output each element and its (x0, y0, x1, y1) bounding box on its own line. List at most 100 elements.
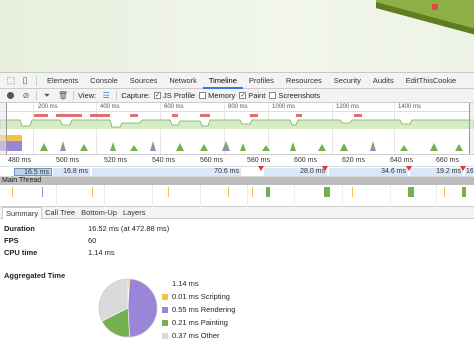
clear-button[interactable]: ⊘ (20, 90, 32, 102)
checkbox-label: Screenshots (278, 91, 321, 100)
grid-line (200, 185, 201, 207)
overview-selection-window[interactable] (6, 103, 470, 154)
time-ruler: 480 ms 500 ms 520 ms 540 ms 560 ms 580 m… (0, 155, 474, 167)
warning-flag-icon[interactable] (406, 166, 412, 171)
tab-editthiscookie[interactable]: EditThisCookie (400, 73, 462, 89)
tab-resources[interactable]: Resources (280, 73, 328, 89)
legend-item-painting: 0.21 ms Painting (162, 316, 235, 329)
ruler-tick: 640 ms (390, 157, 413, 164)
memory-checkbox[interactable]: Memory (199, 91, 235, 100)
tab-summary[interactable]: Summary (2, 206, 43, 219)
flame-event[interactable] (92, 187, 93, 197)
flame-event[interactable] (42, 187, 43, 197)
tab-layers[interactable]: Layers (120, 207, 149, 219)
checkbox-label: Memory (208, 91, 236, 100)
tab-console[interactable]: Console (84, 73, 124, 89)
clear-icon: ⊘ (22, 91, 30, 100)
trash-icon: 🗑 (57, 91, 69, 100)
ruler-tick: 500 ms (56, 157, 79, 164)
pie-slice-rendering (127, 278, 158, 338)
duration-row: Duration 16.52 ms (at 472.88 ms) (4, 222, 470, 234)
frame-bar[interactable]: 34.6 ms (329, 168, 409, 176)
duration-label: Duration (4, 223, 35, 233)
paint-checkbox[interactable]: ✓ Paint (239, 91, 265, 100)
checkbox-unchecked-icon (199, 92, 207, 99)
garbage-collect-button[interactable]: 🗑 (57, 90, 69, 102)
grid-line (342, 185, 343, 207)
ruler-tick: 660 ms (436, 157, 459, 164)
frame-bar-selected[interactable]: 16.5 ms (14, 168, 52, 176)
tab-security[interactable]: Security (328, 73, 367, 89)
grid-line (390, 185, 391, 207)
tab-profiles[interactable]: Profiles (243, 73, 280, 89)
legend-total: 1.14 ms (162, 277, 235, 290)
ruler-tick: 620 ms (342, 157, 365, 164)
flame-event[interactable] (408, 187, 414, 197)
grid-line (104, 185, 105, 207)
legend-swatch (162, 306, 168, 313)
divider (73, 91, 74, 100)
checkbox-checked-icon: ✓ (239, 92, 247, 99)
flame-event[interactable] (352, 187, 353, 197)
main-thread-flamechart[interactable] (0, 185, 474, 207)
flame-event[interactable] (462, 187, 466, 197)
tab-call-tree[interactable]: Call Tree (42, 207, 78, 219)
frame-bar[interactable]: 28.0 ms (264, 168, 328, 176)
legend-swatch (162, 293, 168, 300)
tab-bottom-up[interactable]: Bottom-Up (78, 207, 120, 219)
fps-row: FPS 60 (4, 234, 470, 246)
warning-flag-icon[interactable] (258, 166, 264, 171)
devtools-tabbar: ⬚ ▯ Elements Console Sources Network Tim… (0, 73, 474, 89)
tab-elements[interactable]: Elements (41, 73, 84, 89)
divider (36, 91, 37, 100)
frame-bar[interactable]: 16.7 (465, 168, 474, 176)
warning-flag-icon[interactable] (322, 166, 328, 171)
device-mode-icon[interactable]: ▯ (18, 74, 32, 88)
checkbox-checked-icon: ✓ (154, 92, 161, 99)
frame-bar[interactable]: 70.6 ms (92, 168, 242, 176)
flame-event[interactable] (324, 187, 330, 197)
flame-event[interactable] (444, 187, 445, 197)
frame-bar[interactable]: 16.8 ms (53, 168, 91, 176)
grid-line (436, 185, 437, 207)
ruler-tick: 600 ms (294, 157, 317, 164)
flame-event[interactable] (168, 187, 169, 197)
bars-icon: ☰ (102, 91, 110, 100)
legend-item-rendering: 0.55 ms Rendering (162, 303, 235, 316)
record-button[interactable] (4, 90, 16, 102)
devtools-panel: ⬚ ▯ Elements Console Sources Network Tim… (0, 72, 474, 350)
fps-label: FPS (4, 235, 19, 245)
legend-swatch (162, 319, 168, 326)
flame-event[interactable] (252, 187, 253, 197)
ruler-tick: 480 ms (8, 157, 31, 164)
grid-line (247, 185, 248, 207)
cpu-time-row: CPU time 1.14 ms (4, 246, 470, 258)
flame-event[interactable] (12, 187, 13, 197)
js-profile-checkbox[interactable]: ✓ JS Profile (154, 91, 195, 100)
tab-timeline[interactable]: Timeline (202, 73, 243, 89)
divider (36, 75, 37, 86)
page-background (0, 0, 474, 72)
tab-sources[interactable]: Sources (124, 73, 164, 89)
filter-icon: ⏷ (43, 90, 51, 100)
aggregated-time-pie (98, 278, 158, 338)
tab-audits[interactable]: Audits (367, 73, 400, 89)
fps-value: 60 (88, 235, 97, 245)
legend-total-value: 1.14 ms (172, 279, 199, 288)
warning-flag-icon[interactable] (460, 166, 466, 171)
flame-event[interactable] (266, 187, 270, 197)
ruler-tick: 560 ms (200, 157, 223, 164)
main-thread-header[interactable]: Main Thread (0, 177, 474, 185)
screenshots-checkbox[interactable]: Screenshots (269, 91, 320, 100)
tab-network[interactable]: Network (163, 73, 203, 89)
inspect-icon[interactable]: ⬚ (4, 74, 18, 88)
grid-line (294, 185, 295, 207)
flame-event[interactable] (228, 187, 229, 197)
view-flamechart-button[interactable]: ☰ (100, 90, 112, 102)
decorative-dot (432, 4, 438, 10)
ruler-tick: 540 ms (152, 157, 175, 164)
frame-bar[interactable]: 19.2 ms (410, 168, 464, 176)
timeline-overview[interactable]: 200 ms 400 ms 600 ms 800 ms 1000 ms 1200… (0, 103, 474, 155)
filter-button[interactable]: ⏷ (41, 90, 53, 102)
checkbox-label: Paint (248, 91, 266, 100)
